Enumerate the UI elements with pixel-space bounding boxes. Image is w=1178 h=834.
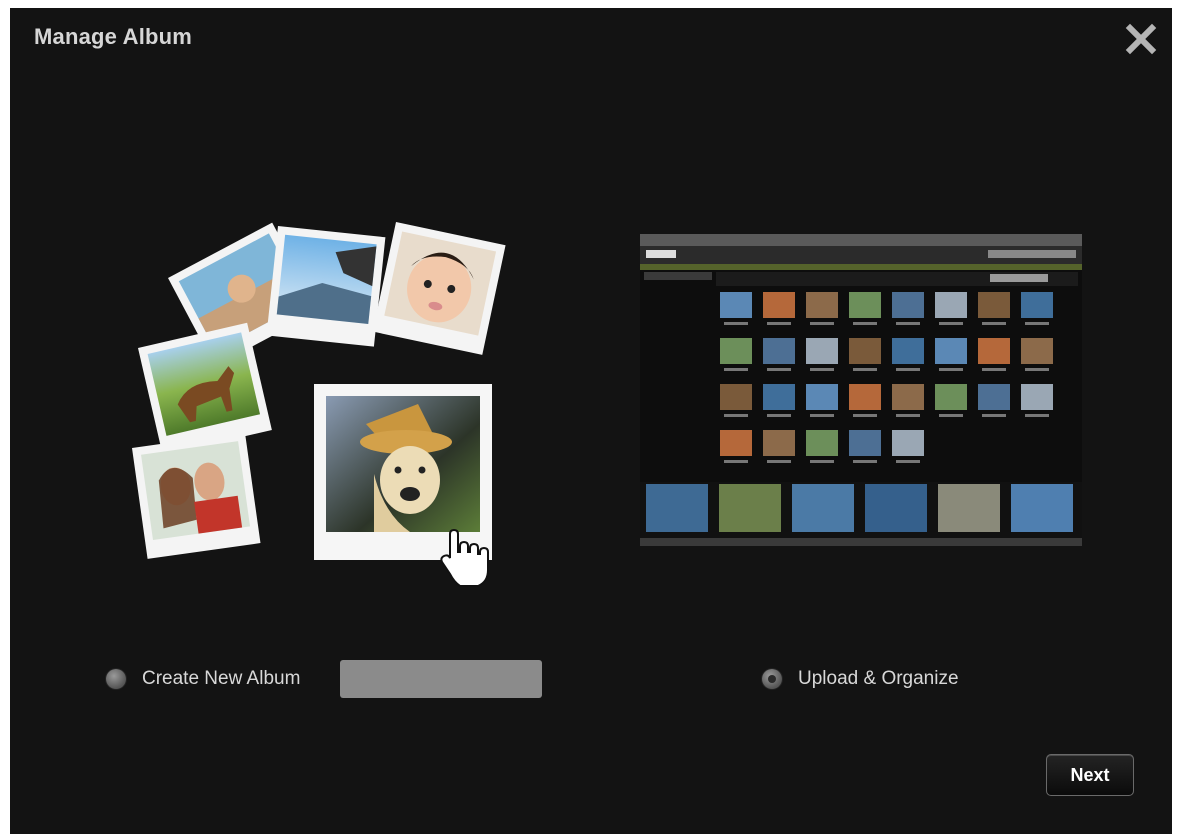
preview-thumbnail-caption	[982, 322, 1006, 325]
create-album-label: Create New Album	[142, 668, 301, 689]
preview-thumbnail-caption	[810, 368, 834, 371]
preview-thumbnail-caption	[767, 414, 791, 417]
preview-thumbnail	[720, 338, 752, 364]
create-album-option[interactable]: Create New Album	[106, 668, 300, 690]
preview-thumbnail	[935, 384, 967, 410]
preview-thumbnail	[806, 384, 838, 410]
preview-thumbnail	[849, 430, 881, 456]
preview-thumbnail	[763, 292, 795, 318]
preview-thumbnail-caption	[982, 368, 1006, 371]
preview-thumbnail	[978, 292, 1010, 318]
preview-thumbnail	[935, 338, 967, 364]
preview-thumbnail-caption	[1025, 322, 1049, 325]
preview-thumbnail	[849, 338, 881, 364]
preview-filmstrip-photo	[646, 484, 708, 532]
preview-thumbnail	[763, 338, 795, 364]
preview-thumbnail-caption	[767, 460, 791, 463]
preview-thumbnail	[720, 384, 752, 410]
preview-thumbnail	[892, 292, 924, 318]
preview-filmstrip-photo	[865, 484, 927, 532]
preview-thumbnail-caption	[767, 322, 791, 325]
preview-thumbnail	[720, 430, 752, 456]
preview-thumbnail	[806, 338, 838, 364]
preview-thumbnail	[1021, 292, 1053, 318]
preview-thumbnail-caption	[896, 368, 920, 371]
preview-filmstrip-photo	[719, 484, 781, 532]
preview-thumbnail-caption	[896, 322, 920, 325]
preview-thumbnail	[720, 292, 752, 318]
preview-thumbnail-caption	[982, 414, 1006, 417]
preview-thumbnail	[806, 430, 838, 456]
upload-organize-label: Upload & Organize	[798, 668, 959, 689]
preview-thumbnail-caption	[724, 414, 748, 417]
preview-thumbnail-caption	[853, 368, 877, 371]
preview-thumbnail	[978, 384, 1010, 410]
preview-thumbnail	[892, 338, 924, 364]
preview-thumbnail	[892, 430, 924, 456]
preview-thumbnail-caption	[1025, 414, 1049, 417]
preview-thumbnail-caption	[724, 460, 748, 463]
preview-thumbnail	[763, 384, 795, 410]
preview-thumbnail-caption	[724, 322, 748, 325]
album-name-input[interactable]	[340, 660, 542, 698]
photo-stack-illustration	[110, 208, 530, 588]
preview-thumbnail	[935, 292, 967, 318]
create-album-radio[interactable]	[106, 669, 126, 689]
upload-organize-option[interactable]: Upload & Organize	[762, 668, 959, 690]
preview-thumbnail-caption	[810, 322, 834, 325]
manage-album-dialog: Manage Album Create New Album Upload & O…	[10, 8, 1172, 834]
next-button[interactable]: Next	[1046, 754, 1134, 796]
dialog-title: Manage Album	[34, 24, 193, 49]
preview-thumbnail-caption	[724, 368, 748, 371]
preview-thumbnail-caption	[853, 460, 877, 463]
preview-thumbnail-caption	[896, 460, 920, 463]
preview-thumbnail-caption	[767, 368, 791, 371]
preview-thumbnail-caption	[810, 460, 834, 463]
preview-thumbnail-caption	[1025, 368, 1049, 371]
photo-manager-screenshot-preview	[640, 234, 1082, 546]
preview-thumbnail	[1021, 384, 1053, 410]
preview-thumbnail	[806, 292, 838, 318]
preview-thumbnail-caption	[939, 414, 963, 417]
preview-filmstrip-photo	[792, 484, 854, 532]
preview-thumbnail-caption	[939, 322, 963, 325]
preview-thumbnail	[1021, 338, 1053, 364]
preview-thumbnail-caption	[853, 322, 877, 325]
preview-thumbnail	[849, 384, 881, 410]
preview-thumbnail	[849, 292, 881, 318]
close-icon[interactable]	[1124, 22, 1158, 56]
preview-thumbnail-caption	[853, 414, 877, 417]
preview-thumbnail-caption	[939, 368, 963, 371]
upload-organize-radio[interactable]	[762, 669, 782, 689]
preview-thumbnail	[978, 338, 1010, 364]
preview-thumbnail-caption	[896, 414, 920, 417]
preview-filmstrip-photo	[938, 484, 1000, 532]
preview-thumbnail-caption	[810, 414, 834, 417]
preview-filmstrip-photo	[1011, 484, 1073, 532]
preview-thumbnail	[763, 430, 795, 456]
preview-thumbnail	[892, 384, 924, 410]
